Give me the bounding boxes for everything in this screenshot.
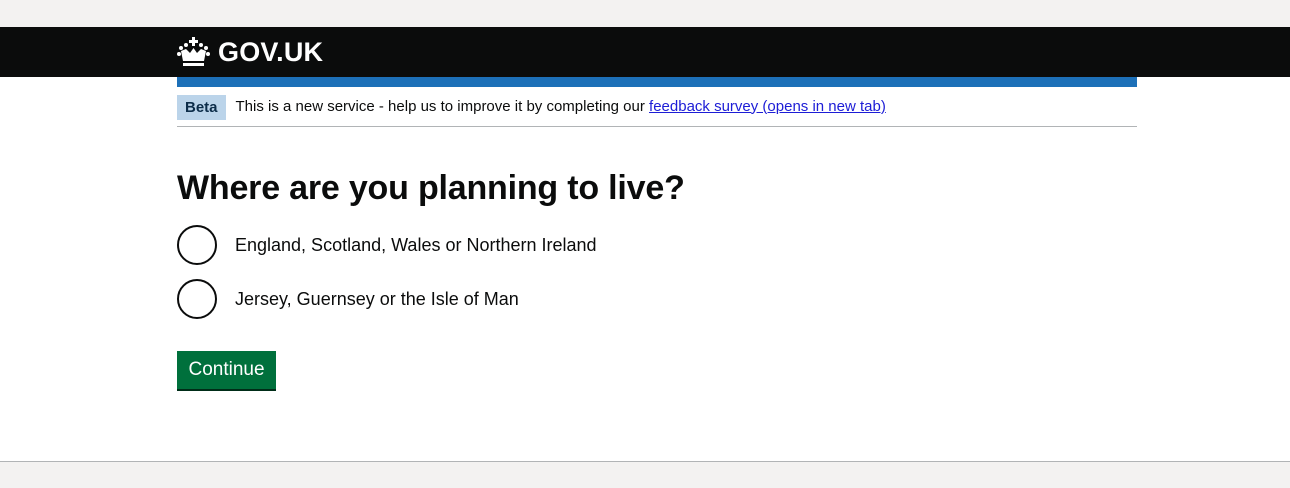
site-footer (0, 461, 1290, 488)
phase-message: This is a new service - help us to impro… (235, 97, 650, 115)
top-band (0, 0, 1290, 27)
site-header: GOV.UK (0, 27, 1290, 77)
radio-option-uk[interactable]: England, Scotland, Wales or Northern Ire… (177, 225, 597, 265)
header-accent-bar (177, 77, 1137, 87)
govuk-logo-link[interactable]: GOV.UK (177, 35, 323, 69)
phase-tag: Beta (177, 94, 226, 120)
crown-icon (177, 37, 210, 67)
page-title: Where are you planning to live? (177, 169, 685, 207)
feedback-survey-link[interactable]: feedback survey (opens in new tab) (649, 98, 886, 115)
phase-text: This is a new service - help us to impro… (236, 97, 886, 117)
radio-button-crown-dependencies[interactable] (177, 279, 217, 319)
radio-label-crown-dependencies: Jersey, Guernsey or the Isle of Man (235, 289, 519, 309)
logo-text: GOV.UK (218, 37, 324, 67)
phase-banner: Beta This is a new service - help us to … (177, 87, 1137, 127)
radio-option-crown-dependencies[interactable]: Jersey, Guernsey or the Isle of Man (177, 279, 519, 319)
radio-button-uk[interactable] (177, 225, 217, 265)
radio-label-uk: England, Scotland, Wales or Northern Ire… (235, 235, 597, 255)
continue-button[interactable]: Continue (177, 351, 276, 389)
